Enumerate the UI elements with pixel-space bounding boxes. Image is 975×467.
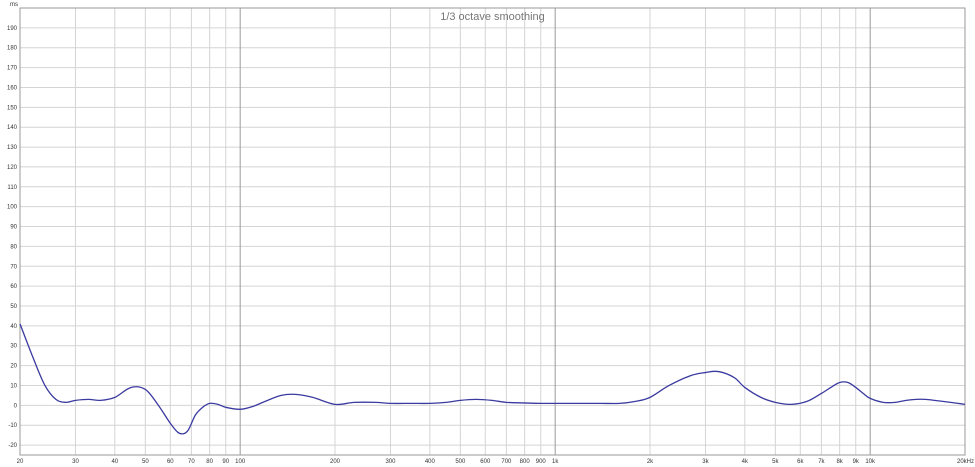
x-tick-label: 3k (702, 459, 709, 465)
x-tick-label: 700 (501, 459, 512, 465)
y-tick-label: -10 (8, 423, 17, 429)
y-tick-label: 100 (7, 205, 18, 211)
x-tick-label: 500 (455, 459, 466, 465)
x-tick-label: 600 (480, 459, 491, 465)
x-tick-label: 20 (17, 459, 24, 465)
y-tick-label: 50 (10, 304, 17, 310)
chart-background (0, 0, 975, 467)
y-tick-label: 110 (7, 185, 17, 191)
x-tick-label: 100 (235, 459, 246, 465)
y-tick-label: 180 (7, 46, 18, 52)
x-tick-label: 800 (520, 459, 531, 465)
y-axis-unit-label: ms (10, 2, 18, 8)
x-tick-label: 10k (865, 459, 876, 465)
x-tick-label: 400 (425, 459, 436, 465)
x-tick-label: 30 (72, 459, 79, 465)
y-tick-label: 120 (7, 165, 18, 171)
x-tick-label: 60 (167, 459, 174, 465)
x-tick-label: 4k (742, 459, 749, 465)
y-tick-label: 150 (7, 105, 18, 111)
y-tick-label: 160 (7, 85, 18, 91)
x-tick-label: 2k (647, 459, 654, 465)
y-tick-label: -20 (8, 443, 17, 449)
x-tick-label: 90 (222, 459, 229, 465)
y-tick-label: 30 (10, 344, 17, 350)
y-tick-label: 170 (7, 66, 18, 72)
x-tick-label: 50 (142, 459, 149, 465)
y-tick-label: 20 (10, 364, 17, 370)
x-tick-label: 9k (853, 459, 860, 465)
y-tick-label: 70 (10, 264, 17, 270)
x-tick-label: 300 (385, 459, 396, 465)
x-tick-label: 6k (797, 459, 804, 465)
y-tick-label: 60 (10, 284, 17, 290)
x-tick-label: 1k (552, 459, 559, 465)
y-tick-label: 130 (7, 145, 18, 151)
chart-title: 1/3 octave smoothing (440, 11, 545, 23)
x-tick-label: 200 (330, 459, 341, 465)
y-tick-label: 10 (10, 383, 17, 389)
x-tick-label: 5k (772, 459, 779, 465)
x-tick-label: 40 (111, 459, 118, 465)
y-tick-label: 40 (10, 324, 17, 330)
x-tick-label: 8k (836, 459, 843, 465)
x-tick-label: 7k (818, 459, 825, 465)
y-tick-label: 140 (7, 125, 18, 131)
x-tick-label: 900 (536, 459, 547, 465)
y-tick-label: 90 (10, 225, 17, 231)
x-tick-label: 20kHz (957, 459, 974, 465)
y-tick-label: 190 (7, 26, 18, 32)
y-tick-label: 80 (10, 244, 17, 250)
x-tick-label: 70 (188, 459, 195, 465)
impulse-chart: -20-100102030405060708090100110120130140… (0, 0, 975, 467)
x-tick-label: 80 (206, 459, 213, 465)
